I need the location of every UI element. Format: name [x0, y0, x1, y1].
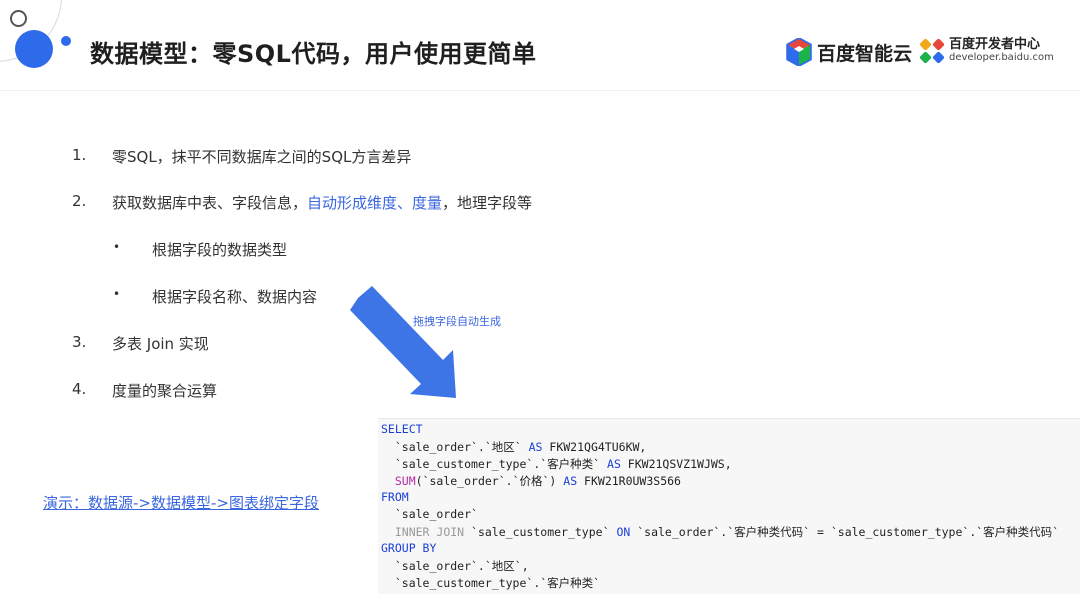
sql-text: `sale_order`.`客户种类代码` = `sale_customer_t… [630, 525, 1060, 539]
highlighted-text: 自动形成维度、度量 [307, 194, 443, 212]
list-item-text: 获取数据库中表、字段信息，自动形成维度、度量，地理字段等 [112, 192, 532, 213]
sql-sum-function: SUM [394, 474, 416, 488]
sql-code-block: SELECT `sale_order`.`地区` AS FKW21QG4TU6K… [378, 418, 1080, 594]
sql-code-line: `sale_order` [381, 507, 478, 521]
arrow-down-right-icon [350, 286, 456, 398]
sql-code-line: `sale_order`.`地区`, [381, 559, 529, 573]
sql-code-line: `sale_customer_type`.`客户种类` [381, 576, 601, 590]
sql-code-line: `sale_order`.`地区` AS FKW21QG4TU6KW, [381, 439, 647, 455]
sql-text: FKW21QSVZ1WJWS, [620, 457, 732, 471]
header-separator [0, 90, 1080, 91]
bullet-icon: • [113, 240, 121, 254]
slide: 数据模型：零SQL代码，用户使用更简单 百度智能云 百度开发者中心 develo… [0, 0, 1080, 608]
developer-center-name: 百度开发者中心 [949, 37, 1041, 52]
developer-center-url: developer.baidu.com [949, 52, 1054, 64]
sql-from-keyword: FROM [381, 490, 409, 504]
sql-code-line: INNER JOIN `sale_customer_type` ON `sale… [381, 524, 1059, 540]
sql-as-keyword: AS [528, 440, 543, 454]
sql-group-by-keyword: GROUP BY [381, 541, 437, 555]
developer-logo-icon [920, 38, 944, 63]
sql-code-line: `sale_customer_type`.`客户种类` AS FKW21QSVZ… [381, 456, 732, 472]
baidu-ai-cloud-logo: 百度智能云 [786, 38, 912, 66]
list-item-text-part: ，地理字段等 [442, 194, 533, 212]
list-item-text: 度量的聚合运算 [112, 382, 218, 400]
sql-text: `sale_order`.`地区` [381, 440, 529, 454]
list-number: 1. [72, 146, 87, 164]
sub-list-item-text: 根据字段名称、数据内容 [152, 288, 318, 306]
list-item-text-part: 获取数据库中表、字段信息， [112, 194, 308, 212]
arrow-label: 拖拽字段自动生成 [413, 315, 501, 328]
sql-select-keyword: SELECT [381, 422, 423, 436]
developer-center-logo: 百度开发者中心 developer.baidu.com [920, 37, 1054, 64]
page-title: 数据模型：零SQL代码，用户使用更简单 [90, 40, 537, 68]
sql-inner-join-keyword: INNER JOIN [394, 525, 465, 539]
list-number: 3. [72, 333, 87, 351]
sql-on-keyword: ON [616, 525, 631, 539]
decorative-circle-small [61, 36, 71, 46]
decorative-circle-large [15, 30, 53, 68]
sub-list-item-text: 根据字段的数据类型 [152, 241, 288, 259]
baidu-ai-cloud-text: 百度智能云 [817, 42, 913, 65]
sql-text: `sale_customer_type`.`客户种类` [381, 457, 608, 471]
sql-text: `sale_customer_type` [464, 525, 617, 539]
list-number: 2. [72, 192, 87, 210]
demo-link[interactable]: 演示：数据源->数据模型->图表绑定字段 [43, 492, 319, 513]
cube-logo-icon [786, 38, 812, 66]
sql-text: FKW21R0UW3S566 [577, 474, 681, 488]
sql-as-keyword: AS [607, 457, 621, 471]
sql-as-keyword: AS [563, 474, 578, 488]
sql-text: FKW21QG4TU6KW, [542, 440, 647, 454]
list-number: 4. [72, 380, 87, 398]
sql-code-line: SUM(`sale_order`.`价格`) AS FKW21R0UW3S566 [381, 473, 681, 489]
sql-text: (`sale_order`.`价格`) [415, 474, 564, 488]
decorative-ring [10, 10, 27, 27]
list-item-text: 多表 Join 实现 [112, 335, 209, 353]
bullet-icon: • [113, 287, 121, 301]
list-item-text: 零SQL，抹平不同数据库之间的SQL方言差异 [112, 148, 412, 166]
